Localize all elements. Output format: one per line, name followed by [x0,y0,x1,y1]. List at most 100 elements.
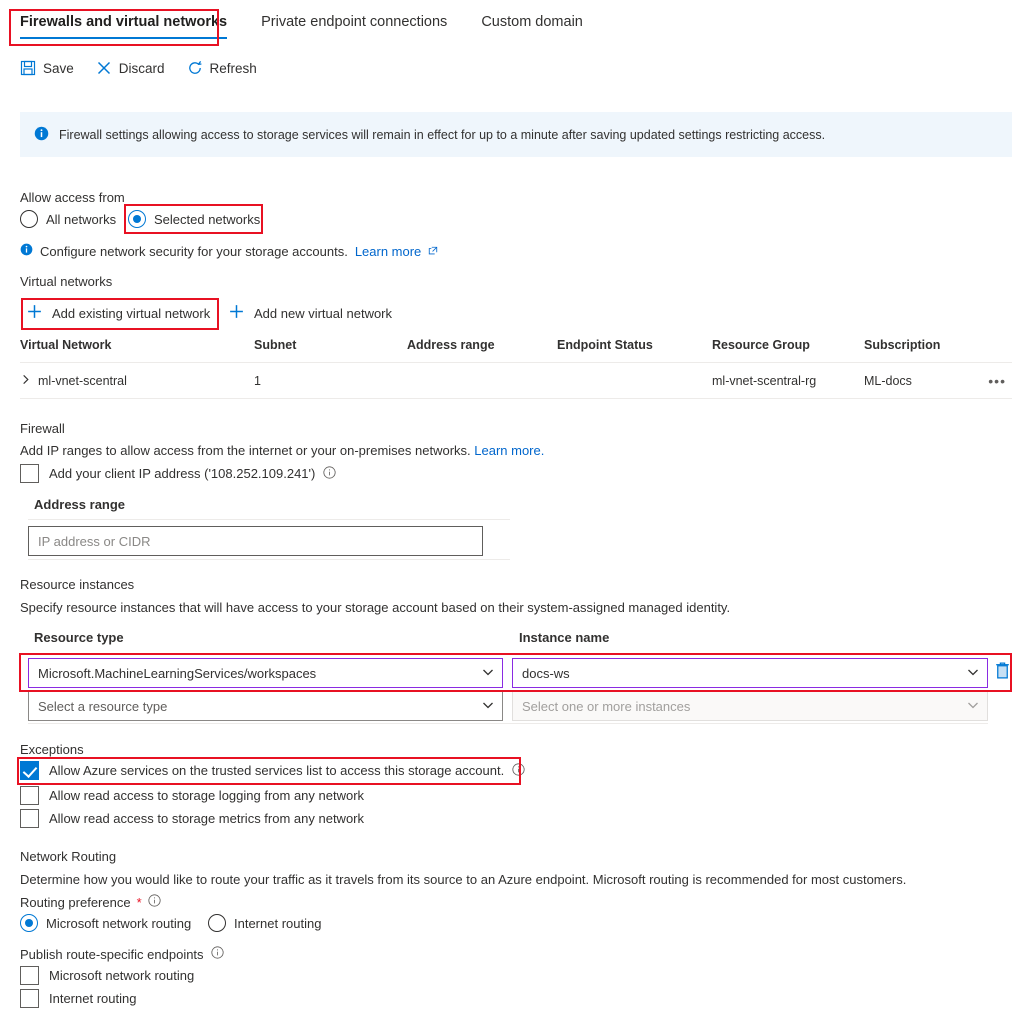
radio-selected-networks[interactable]: Selected networks [128,210,260,228]
tab-label: Custom domain [481,14,583,30]
radio-internet-routing[interactable]: Internet routing [208,914,321,932]
instance-name-column-label: Instance name [519,630,610,645]
resource-type-placeholder-row2: Select a resource type [38,698,168,714]
checkbox-allow-trusted-azure-services-control[interactable] [20,761,39,780]
checkbox-publish-microsoft-network-routing-control[interactable] [20,966,39,985]
routing-preference-label: Routing preference * [20,894,161,910]
info-icon [34,126,49,144]
allow-access-heading: Allow access from [20,190,125,205]
info-outline-icon[interactable] [512,762,525,779]
add-existing-virtual-network-label: Add existing virtual network [52,305,211,321]
refresh-icon [187,60,203,76]
resource-instances-heading: Resource instances [20,577,135,592]
column-header-subscription: Subscription [864,338,941,352]
resource-type-dropdown-row1[interactable]: Microsoft.MachineLearningServices/worksp… [28,658,503,688]
checkbox-publish-internet-routing[interactable]: Internet routing [20,989,136,1008]
discard-label: Discard [118,60,165,76]
column-header-endpoint-status: Endpoint Status [557,338,653,352]
checkbox-publish-microsoft-network-routing-label: Microsoft network routing [49,968,195,983]
plus-icon [26,303,43,323]
checkbox-allow-read-metrics[interactable]: Allow read access to storage metrics fro… [20,809,364,828]
checkbox-add-client-ip-control[interactable] [20,464,39,483]
firewall-heading: Firewall [20,421,65,436]
save-button[interactable]: Save [20,60,74,76]
address-range-label: Address range [34,497,126,512]
save-label: Save [43,60,74,76]
info-outline-icon[interactable] [148,894,161,910]
column-header-address-range: Address range [407,338,495,352]
refresh-button[interactable]: Refresh [187,60,257,76]
instance-name-dropdown-row2: Select one or more instances [512,691,988,721]
resource-instances-description: Specify resource instances that will hav… [20,600,731,615]
info-banner: Firewall settings allowing access to sto… [20,112,1012,157]
radio-selected-networks-control[interactable] [128,210,146,228]
radio-selected-networks-label: Selected networks [154,211,261,227]
cell-subnet: 1 [254,373,261,388]
firewall-learn-more-link[interactable]: Learn more. [474,443,544,458]
info-banner-text: Firewall settings allowing access to sto… [59,127,826,142]
checkbox-allow-trusted-azure-services[interactable]: Allow Azure services on the trusted serv… [20,761,525,780]
radio-microsoft-network-routing[interactable]: Microsoft network routing [20,914,191,932]
checkbox-publish-internet-routing-control[interactable] [20,989,39,1008]
discard-button[interactable]: Discard [96,60,165,76]
tab-bar: Firewalls and virtual networks Private e… [0,0,1032,48]
checkbox-allow-read-logging-control[interactable] [20,786,39,805]
resource-type-dropdown-row2[interactable]: Select a resource type [28,691,503,721]
chevron-down-icon [482,666,494,681]
resource-type-value-row1: Microsoft.MachineLearningServices/worksp… [38,665,317,681]
instance-name-value-row1: docs-ws [522,665,570,681]
network-security-note-text: Configure network security for your stor… [40,243,348,259]
refresh-label: Refresh [209,60,257,76]
add-new-virtual-network-label: Add new virtual network [254,305,393,321]
checkbox-allow-read-logging[interactable]: Allow read access to storage logging fro… [20,786,364,805]
radio-all-networks-control[interactable] [20,210,38,228]
delete-resource-instance-button[interactable] [994,661,1011,683]
tab-firewalls-and-virtual-networks[interactable]: Firewalls and virtual networks [20,14,228,39]
column-header-subnet: Subnet [254,338,297,352]
network-routing-description: Determine how you would like to route yo… [20,872,907,887]
radio-internet-routing-control[interactable] [208,914,226,932]
required-marker: * [136,894,142,910]
row-context-menu-button[interactable]: ••• [984,373,1012,389]
add-existing-virtual-network-button[interactable]: Add existing virtual network [26,303,210,323]
firewalls-virtual-networks-page: Firewalls and virtual networks Private e… [0,0,1032,1027]
plus-icon [228,303,245,323]
cell-virtual-network: ml-vnet-scentral [38,373,127,388]
exceptions-heading: Exceptions [20,742,84,757]
firewall-description-text: Add IP ranges to allow access from the i… [20,443,471,458]
chevron-down-icon [967,666,979,681]
checkbox-publish-microsoft-network-routing[interactable]: Microsoft network routing [20,966,194,985]
column-header-actions [984,338,1012,352]
cell-subscription: ML-docs [864,373,912,388]
tab-custom-domain[interactable]: Custom domain [481,14,583,39]
radio-all-networks-label: All networks [46,211,117,227]
virtual-networks-heading: Virtual networks [20,274,113,289]
table-row[interactable]: ml-vnet-scentral 1 ml-vnet-scentral-rg M… [20,363,1012,399]
publish-route-specific-endpoints-label: Publish route-specific endpoints [20,946,224,962]
checkbox-add-client-ip[interactable]: Add your client IP address ('108.252.109… [20,464,336,483]
add-new-virtual-network-button[interactable]: Add new virtual network [228,303,392,323]
external-link-icon [428,244,438,259]
checkbox-allow-read-metrics-control[interactable] [20,809,39,828]
learn-more-link[interactable]: Learn more [355,244,421,259]
tab-private-endpoint-connections[interactable]: Private endpoint connections [261,14,447,39]
address-range-input[interactable] [28,526,483,556]
delete-trash-icon [994,662,1011,683]
radio-microsoft-network-routing-control[interactable] [20,914,38,932]
address-range-divider [28,519,510,520]
info-outline-icon[interactable] [210,946,224,962]
info-icon [20,243,33,259]
info-outline-icon[interactable] [323,465,336,482]
radio-microsoft-network-routing-label: Microsoft network routing [46,915,192,931]
table-header-row: Virtual Network Subnet Address range End… [20,338,1012,363]
chevron-right-icon[interactable] [20,374,31,388]
checkbox-allow-read-metrics-label: Allow read access to storage metrics fro… [49,811,365,826]
network-routing-heading: Network Routing [20,849,117,864]
checkbox-add-client-ip-label: Add your client IP address ('108.252.109… [49,466,316,481]
virtual-networks-table: Virtual Network Subnet Address range End… [20,338,1012,399]
checkbox-allow-read-logging-label: Allow read access to storage logging fro… [49,788,365,803]
radio-all-networks[interactable]: All networks [20,210,116,228]
instance-name-dropdown-row1[interactable]: docs-ws [512,658,988,688]
discard-x-icon [96,60,112,76]
resource-type-column-label: Resource type [34,630,124,645]
